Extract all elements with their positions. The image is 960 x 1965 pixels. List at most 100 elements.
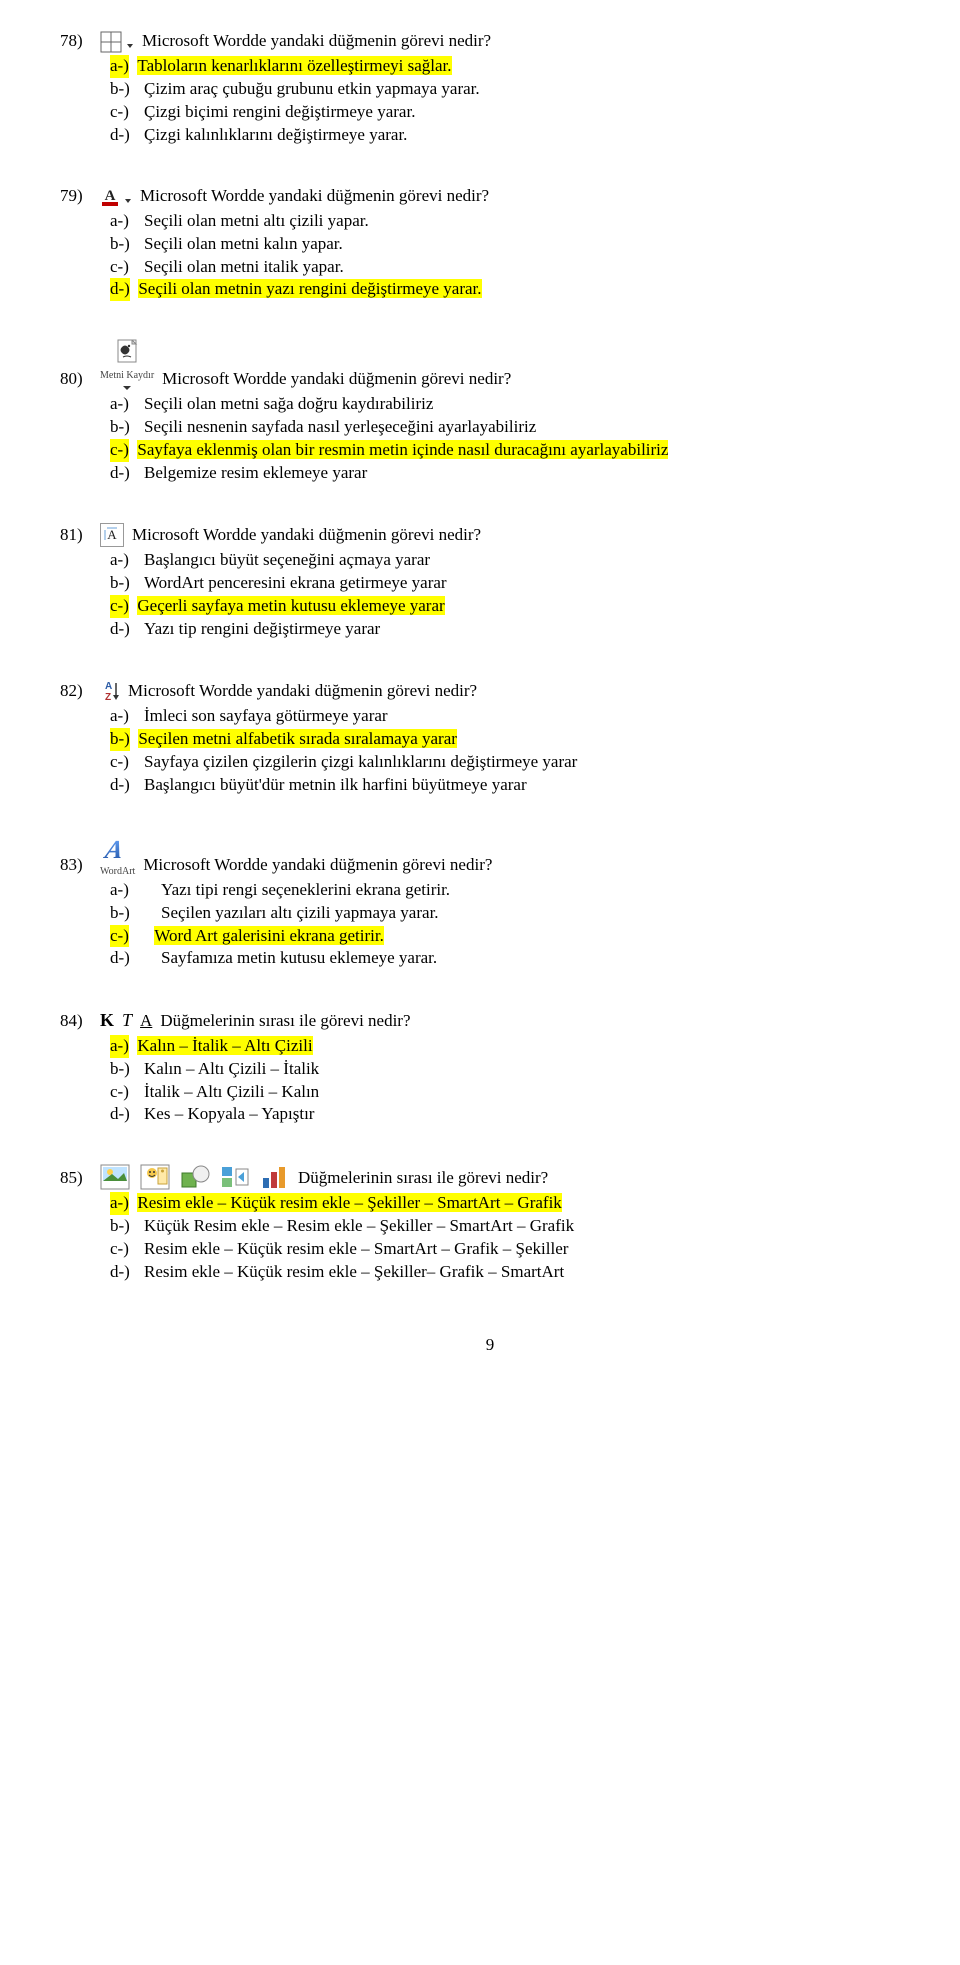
question-text: Microsoft Wordde yandaki düğmenin görevi…: [142, 30, 491, 53]
font-color-icon: A: [100, 186, 132, 208]
options: a-) Resim ekle – Küçük resim ekle – Şeki…: [110, 1192, 920, 1284]
options: a-) İmleci son sayfaya götürmeye yarar b…: [110, 705, 920, 797]
option-text: Resim ekle – Küçük resim ekle – Şekiller…: [137, 1193, 561, 1212]
question-text: Microsoft Wordde yandaki düğmenin görevi…: [128, 680, 477, 703]
option-d: d-) Çizgi kalınlıklarını değiştirmeye ya…: [110, 124, 920, 147]
option-label: b-): [110, 416, 144, 439]
question-81: 81) A Microsoft Wordde yandaki düğmenin …: [60, 523, 920, 641]
question-text: Microsoft Wordde yandaki düğmenin görevi…: [140, 185, 489, 208]
option-text: Çizgi biçimi rengini değiştirmeye yarar.: [144, 101, 415, 124]
question-text: Microsoft Wordde yandaki düğmenin görevi…: [132, 524, 481, 547]
option-c: c-) Geçerli sayfaya metin kutusu eklemey…: [110, 595, 920, 618]
option-label: c-): [110, 751, 144, 774]
option-text: Kalın – Altı Çizili – İtalik: [144, 1058, 319, 1081]
question-text: Microsoft Wordde yandaki düğmenin görevi…: [162, 368, 511, 391]
option-a: a-) Seçili olan metni sağa doğru kaydıra…: [110, 393, 920, 416]
option-label: a-): [110, 705, 144, 728]
option-label: d-): [110, 279, 130, 298]
option-c: c-) Word Art galerisini ekrana getirir.: [110, 925, 920, 948]
option-text: İtalik – Altı Çizili – Kalın: [144, 1081, 319, 1104]
option-text: Tabloların kenarlıklarını özelleştirmeyi…: [137, 56, 451, 75]
text-wrap-icon: Metni Kaydır: [100, 339, 154, 391]
question-84: 84) K T A Düğmelerinin sırası ile görevi…: [60, 1008, 920, 1126]
option-text: Başlangıcı büyüt seçeneğini açmaya yarar: [144, 549, 430, 572]
options: a-) Başlangıcı büyüt seçeneğini açmaya y…: [110, 549, 920, 641]
option-text: Seçili olan metni sağa doğru kaydırabili…: [144, 393, 433, 416]
question-78: 78) Microsoft Wordde yandaki düğmenin gö…: [60, 30, 920, 147]
option-c: c-) Çizgi biçimi rengini değiştirmeye ya…: [110, 101, 920, 124]
option-d: d-) Seçili olan metnin yazı rengini deği…: [110, 278, 920, 301]
question-number: 82): [60, 680, 92, 703]
italic-icon: T: [122, 1008, 132, 1032]
underline-icon: A: [140, 1010, 152, 1033]
option-label: c-): [110, 926, 129, 945]
svg-text:A: A: [103, 835, 126, 863]
option-text: Sayfamıza metin kutusu eklemeye yarar.: [161, 948, 437, 967]
option-b: b-) Çizim araç çubuğu grubunu etkin yapm…: [110, 78, 920, 101]
question-82: 82) A Z Microsoft Wordde yandaki düğmeni…: [60, 679, 920, 797]
option-label: d-): [110, 618, 144, 641]
svg-text:A: A: [105, 188, 116, 204]
option-text: Seçili olan metni italik yapar.: [144, 256, 344, 279]
option-text: Yazı tipi rengi seçeneklerini ekrana get…: [161, 880, 450, 899]
option-b: b-) Küçük Resim ekle – Resim ekle – Şeki…: [110, 1215, 920, 1238]
option-c: c-) Sayfaya eklenmiş olan bir resmin met…: [110, 439, 920, 462]
options: a-) Kalın – İtalik – Altı Çizili b-) Kal…: [110, 1035, 920, 1127]
option-b: b-) WordArt penceresini ekrana getirmeye…: [110, 572, 920, 595]
bold-italic-underline-icons: K T A: [100, 1008, 152, 1032]
smartart-icon: [220, 1164, 250, 1190]
question-text: Düğmelerinin sırası ile görevi nedir?: [160, 1010, 410, 1033]
option-c: c-) Resim ekle – Küçük resim ekle – Smar…: [110, 1238, 920, 1261]
question-number: 78): [60, 30, 92, 53]
option-text: Resim ekle – Küçük resim ekle – SmartArt…: [144, 1238, 568, 1261]
option-label: b-): [110, 1058, 144, 1081]
option-label: d-): [110, 1103, 144, 1126]
option-label: b-): [110, 233, 144, 256]
option-c: c-) Seçili olan metni italik yapar.: [110, 256, 920, 279]
option-b: b-) Seçili nesnenin sayfada nasıl yerleş…: [110, 416, 920, 439]
question-number: 84): [60, 1010, 92, 1033]
picture-icon: [100, 1164, 130, 1190]
icon-label: Metni Kaydır: [100, 371, 154, 381]
option-b: b-) Seçilen metni alfabetik sırada sıral…: [110, 728, 920, 751]
option-text: Küçük Resim ekle – Resim ekle – Şekiller…: [144, 1215, 574, 1238]
option-b: b-) Kalın – Altı Çizili – İtalik: [110, 1058, 920, 1081]
option-text: WordArt penceresini ekrana getirmeye yar…: [144, 572, 447, 595]
option-text: Belgemize resim eklemeye yarar: [144, 462, 367, 485]
clip-art-icon: [140, 1164, 170, 1190]
option-a: a-) Seçili olan metni altı çizili yapar.: [110, 210, 920, 233]
borders-icon: [100, 31, 134, 53]
option-a: a-) Tabloların kenarlıklarını özelleştir…: [110, 55, 920, 78]
question-text: Microsoft Wordde yandaki düğmenin görevi…: [143, 854, 492, 877]
option-c: c-) İtalik – Altı Çizili – Kalın: [110, 1081, 920, 1104]
option-b: b-) Seçilen yazıları altı çizili yapmaya…: [110, 902, 920, 925]
options: a-) Yazı tipi rengi seçeneklerini ekrana…: [110, 879, 920, 971]
option-d: d-) Kes – Kopyala – Yapıştır: [110, 1103, 920, 1126]
option-label: a-): [110, 549, 144, 572]
option-text: Seçili nesnenin sayfada nasıl yerleşeceğ…: [144, 416, 536, 439]
options: a-) Seçili olan metni altı çizili yapar.…: [110, 210, 920, 302]
text-box-icon: A: [100, 523, 124, 547]
svg-text:Z: Z: [105, 692, 111, 703]
question-number: 81): [60, 524, 92, 547]
option-text: Sayfaya eklenmiş olan bir resmin metin i…: [137, 440, 668, 459]
option-label: b-): [110, 902, 144, 925]
option-d: d-) Resim ekle – Küçük resim ekle – Şeki…: [110, 1261, 920, 1284]
question-85: 85): [60, 1164, 920, 1284]
option-label: b-): [110, 729, 130, 748]
page-number: 9: [60, 1334, 920, 1357]
option-label: d-): [110, 462, 144, 485]
option-d: d-) Yazı tip rengini değiştirmeye yarar: [110, 618, 920, 641]
option-a: a-) İmleci son sayfaya götürmeye yarar: [110, 705, 920, 728]
chart-icon: [260, 1164, 290, 1190]
option-label: c-): [110, 256, 144, 279]
option-label: a-): [110, 393, 144, 416]
question-number: 85): [60, 1167, 92, 1190]
question-79: 79) A Microsoft Wordde yandaki düğmenin …: [60, 185, 920, 302]
option-text: Seçili olan metnin yazı rengini değiştir…: [138, 279, 481, 298]
option-c: c-) Sayfaya çizilen çizgilerin çizgi kal…: [110, 751, 920, 774]
option-label: b-): [110, 1215, 144, 1238]
wordart-icon: A WordArt: [100, 835, 135, 877]
option-text: Word Art galerisini ekrana getirir.: [154, 926, 383, 945]
option-label: a-): [110, 210, 144, 233]
